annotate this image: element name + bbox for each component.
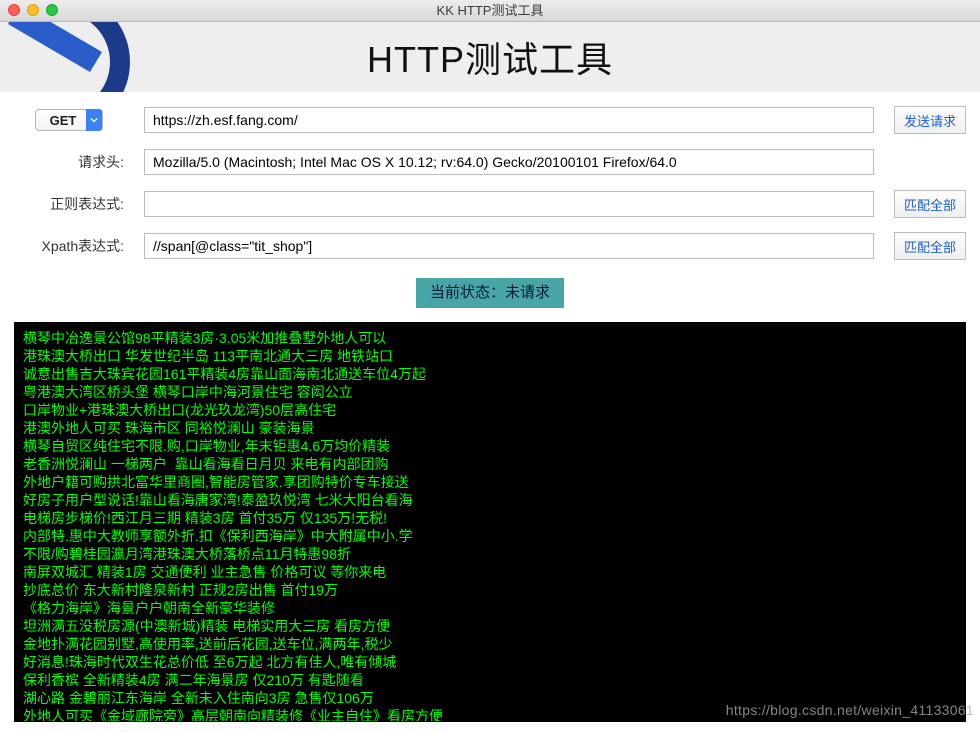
http-method-select[interactable]: GET [35, 109, 104, 131]
banner-decoration [0, 22, 130, 92]
request-form: GET 发送请求 请求头: 正则表达式: 匹配全部 Xpath表达式: 匹配全部… [0, 92, 980, 322]
regex-label: 正则表达式: [14, 194, 124, 214]
close-icon[interactable] [8, 4, 20, 16]
maximize-icon[interactable] [46, 4, 58, 16]
headers-row: 请求头: [14, 148, 966, 176]
url-input[interactable] [144, 107, 874, 133]
status-badge[interactable]: 当前状态：未请求 [416, 278, 564, 308]
send-request-button[interactable]: 发送请求 [894, 106, 966, 134]
xpath-row: Xpath表达式: 匹配全部 [14, 232, 966, 260]
watermark: https://blog.csdn.net/weixin_41133061 [726, 702, 974, 718]
minimize-icon[interactable] [27, 4, 39, 16]
window-titlebar: KK HTTP测试工具 [0, 0, 980, 22]
window-controls [8, 4, 58, 16]
match-all-xpath-button[interactable]: 匹配全部 [894, 232, 966, 260]
headers-label: 请求头: [14, 152, 124, 172]
chevron-down-icon [86, 109, 102, 131]
regex-input[interactable] [144, 191, 874, 217]
xpath-input[interactable] [144, 233, 874, 259]
results-output[interactable]: 横琴中冶逸景公馆98平精装3房·3.05米加推叠墅外地人可以 港珠澳大桥出口 华… [14, 322, 966, 722]
banner: HTTP测试工具 [0, 22, 980, 92]
headers-input[interactable] [144, 149, 874, 175]
page-title: HTTP测试工具 [367, 31, 613, 83]
url-row: GET 发送请求 [14, 106, 966, 134]
http-method-value: GET [50, 113, 77, 128]
regex-row: 正则表达式: 匹配全部 [14, 190, 966, 218]
xpath-label: Xpath表达式: [14, 236, 124, 256]
match-all-regex-button[interactable]: 匹配全部 [894, 190, 966, 218]
window-title: KK HTTP测试工具 [437, 3, 544, 18]
